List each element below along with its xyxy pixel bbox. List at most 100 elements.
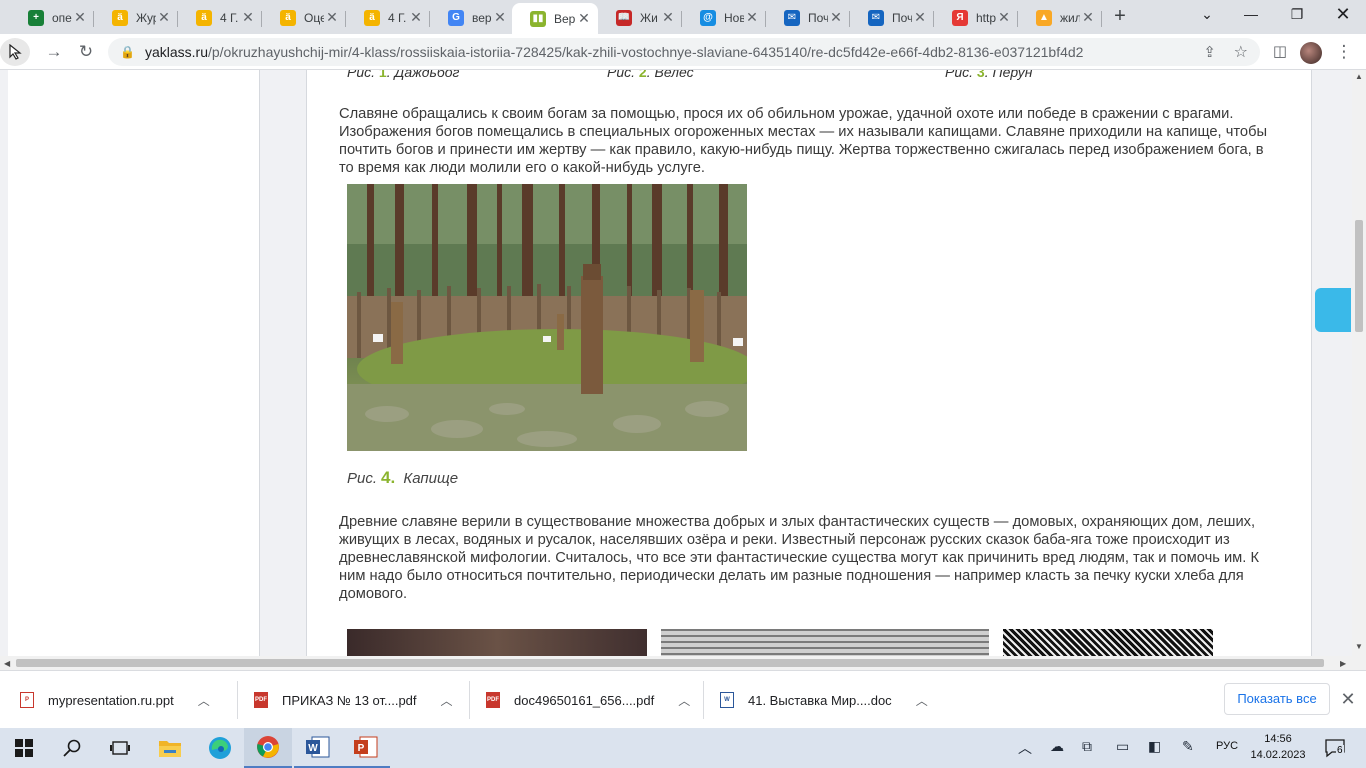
- tab-title: Поч: [892, 10, 912, 25]
- browser-tab[interactable]: Gвер ✕: [430, 3, 514, 32]
- edge-browser-icon[interactable]: [196, 728, 244, 768]
- scroll-right-arrow-icon[interactable]: ▶: [1340, 659, 1346, 668]
- browser-tab[interactable]: Яhttp ✕: [934, 3, 1018, 32]
- article-content: Рис. 1. Даждьбог Рис. 2. Велес Рис. 3. П…: [306, 70, 1312, 656]
- outlook-icon: ✉: [868, 9, 884, 26]
- new-tab-button[interactable]: +: [1110, 6, 1130, 26]
- lock-icon: 🔒: [120, 45, 135, 59]
- image-icon: ▲: [1036, 9, 1052, 26]
- pdf-file-icon: PDF: [254, 692, 268, 708]
- close-tab-icon[interactable]: ✕: [408, 9, 424, 26]
- reload-icon[interactable]: ↻: [72, 38, 100, 66]
- input-language[interactable]: РУС: [1216, 740, 1238, 752]
- chevron-up-icon[interactable]: ︿: [678, 692, 690, 709]
- figure-caption-3: Рис. 3. Перун: [945, 70, 1033, 80]
- powerpoint-taskbar-icon[interactable]: P: [342, 728, 390, 768]
- tab-search-chevron-icon[interactable]: ⌄: [1184, 0, 1230, 30]
- close-tab-icon[interactable]: ✕: [576, 10, 592, 27]
- bookmark-star-icon[interactable]: ☆: [1234, 42, 1248, 62]
- download-item[interactable]: PDF ПРИКАЗ № 13 от....pdf ︿: [254, 671, 470, 729]
- horizontal-scroll-thumb[interactable]: [16, 659, 1324, 667]
- network-icon[interactable]: ▭: [1116, 738, 1129, 755]
- close-tab-icon[interactable]: ✕: [240, 9, 256, 26]
- download-item[interactable]: PDF doc49650161_656....pdf ︿: [486, 671, 704, 729]
- left-sidebar: [8, 70, 260, 656]
- vertical-scrollbar[interactable]: ▲ ▼: [1352, 70, 1366, 656]
- close-window-button[interactable]: ✕: [1320, 0, 1366, 30]
- tab-title: Жи: [640, 10, 658, 25]
- chevron-up-icon[interactable]: ︿: [198, 692, 210, 709]
- share-icon[interactable]: ⇪: [1203, 43, 1216, 61]
- close-downloads-icon[interactable]: ✕: [1338, 688, 1358, 710]
- browser-tab[interactable]: ä 4 Г. ✕: [346, 3, 430, 32]
- mail-ru-icon: @: [700, 9, 716, 26]
- browser-tab[interactable]: ä 4 Г. ✕: [178, 3, 262, 32]
- word-taskbar-icon[interactable]: W: [294, 728, 342, 768]
- book-icon: 📖: [616, 9, 632, 26]
- kapishche-photo: [347, 184, 747, 451]
- notifications-icon[interactable]: 6: [1324, 738, 1346, 758]
- download-item[interactable]: W 41. Выставка Мир....doc ︿: [720, 671, 936, 729]
- pear-icon: ä: [196, 9, 212, 26]
- close-tab-icon[interactable]: ✕: [72, 9, 88, 26]
- clock-time: 14:56: [1264, 733, 1292, 745]
- chevron-up-icon[interactable]: ︿: [916, 692, 928, 709]
- system-clock[interactable]: 14:56 14.02.2023: [1250, 731, 1306, 763]
- download-item[interactable]: P mypresentation.ru.ppt ︿: [20, 671, 238, 729]
- close-tab-icon[interactable]: ✕: [660, 9, 676, 26]
- google-icon: G: [448, 9, 464, 26]
- windows-taskbar: W P ︿ ☁ ⧉ ▭ ◧ ✎ РУС 14:56 14.02.2023 6: [0, 728, 1366, 768]
- close-tab-icon[interactable]: ✕: [912, 9, 928, 26]
- browser-tab[interactable]: 📖 Жи ✕: [598, 3, 682, 32]
- screen-capture-icon[interactable]: ⧉: [1082, 738, 1092, 755]
- scroll-left-arrow-icon[interactable]: ◀: [4, 659, 10, 668]
- cursor-arrow-icon: [0, 38, 30, 66]
- browser-tab[interactable]: ▲ жил ✕: [1018, 3, 1102, 32]
- file-explorer-icon[interactable]: [146, 728, 194, 768]
- svg-text:W: W: [308, 743, 318, 754]
- forward-arrow-icon[interactable]: →: [40, 38, 68, 66]
- browser-tab[interactable]: + опе ✕: [10, 3, 94, 32]
- vertical-scroll-thumb[interactable]: [1355, 220, 1363, 332]
- side-help-button[interactable]: [1315, 288, 1351, 332]
- restore-button[interactable]: ❐: [1274, 0, 1320, 30]
- task-view-icon[interactable]: [96, 728, 144, 768]
- close-tab-icon[interactable]: ✕: [156, 9, 172, 26]
- browser-tab[interactable]: ä Жур✕: [94, 3, 178, 32]
- menu-kebab-icon[interactable]: ⋮: [1330, 38, 1358, 66]
- close-tab-icon[interactable]: ✕: [996, 9, 1012, 26]
- scroll-up-arrow-icon[interactable]: ▲: [1355, 72, 1363, 81]
- minimize-button[interactable]: —: [1228, 0, 1274, 30]
- browser-tab[interactable]: @ Нов ✕: [682, 3, 766, 32]
- browser-toolbar: → ↻ 🔒 yaklass.ru/p/okruzhayushchij-mir/4…: [0, 34, 1366, 70]
- close-tab-icon[interactable]: ✕: [1080, 9, 1096, 26]
- speaker-icon[interactable]: ◧: [1148, 738, 1161, 755]
- pen-icon[interactable]: ✎: [1182, 738, 1194, 755]
- show-all-downloads-button[interactable]: Показать все: [1224, 683, 1330, 715]
- download-filename: mypresentation.ru.ppt: [48, 692, 174, 708]
- close-tab-icon[interactable]: ✕: [324, 9, 340, 26]
- chrome-taskbar-icon[interactable]: [244, 728, 292, 768]
- cloud-sync-icon[interactable]: ☁: [1050, 738, 1064, 755]
- close-tab-icon[interactable]: ✕: [492, 9, 508, 26]
- pear-icon: ä: [280, 9, 296, 26]
- yaklass-icon: ▮▮: [530, 10, 546, 27]
- leshy-drawing-image: [1003, 629, 1213, 656]
- search-icon[interactable]: [48, 728, 96, 768]
- browser-tab[interactable]: ✉ Поч ✕: [766, 3, 850, 32]
- chevron-up-icon[interactable]: ︿: [441, 692, 453, 709]
- close-tab-icon[interactable]: ✕: [828, 9, 844, 26]
- horizontal-scrollbar[interactable]: ◀ ▶: [0, 656, 1366, 670]
- sheets-icon: +: [28, 9, 44, 26]
- close-tab-icon[interactable]: ✕: [744, 9, 760, 26]
- browser-tab[interactable]: ▮▮ Вер ✕: [512, 3, 598, 34]
- scroll-down-arrow-icon[interactable]: ▼: [1355, 642, 1363, 651]
- browser-tab[interactable]: ✉ Поч ✕: [850, 3, 934, 32]
- side-panel-icon[interactable]: ◫: [1266, 38, 1294, 66]
- address-bar[interactable]: 🔒 yaklass.ru/p/okruzhayushchij-mir/4-kla…: [108, 38, 1260, 66]
- pear-icon: ä: [112, 9, 128, 26]
- show-hidden-icons-chevron-icon[interactable]: ︿: [1018, 738, 1032, 758]
- browser-tab[interactable]: ä Оце ✕: [262, 3, 346, 32]
- profile-avatar[interactable]: [1300, 42, 1322, 64]
- windows-start-icon[interactable]: [0, 728, 48, 768]
